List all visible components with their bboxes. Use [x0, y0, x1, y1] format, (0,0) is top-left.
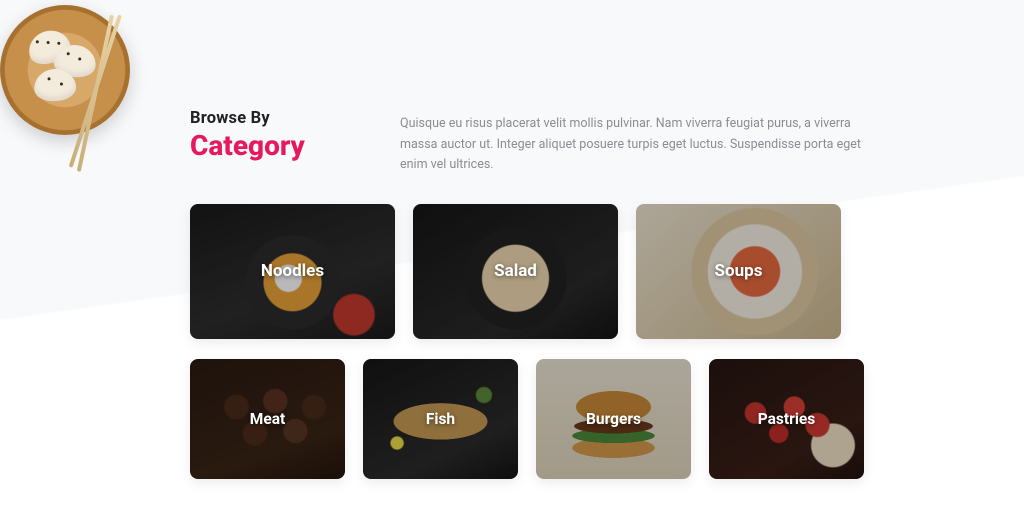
decorative-hero-dish — [0, 0, 160, 155]
category-grid: Noodles Salad Soups Meat Fish Burgers — [190, 204, 870, 479]
category-label: Noodles — [261, 261, 324, 281]
category-card-soups[interactable]: Soups — [636, 204, 841, 339]
category-card-pastries[interactable]: Pastries — [709, 359, 864, 479]
category-label: Salad — [494, 261, 537, 281]
category-card-fish[interactable]: Fish — [363, 359, 518, 479]
category-card-salad[interactable]: Salad — [413, 204, 618, 339]
section-description: Quisque eu risus placerat velit mollis p… — [400, 110, 874, 176]
section-pretitle: Browse By — [190, 110, 360, 128]
category-card-burgers[interactable]: Burgers — [536, 359, 691, 479]
category-label: Fish — [426, 410, 455, 428]
category-label: Meat — [250, 410, 285, 428]
category-label: Pastries — [758, 410, 816, 428]
title-block: Browse By Category — [190, 110, 360, 162]
category-card-meat[interactable]: Meat — [190, 359, 345, 479]
category-label: Soups — [715, 261, 763, 281]
category-label: Burgers — [586, 410, 641, 428]
category-card-noodles[interactable]: Noodles — [190, 204, 395, 339]
section-title: Category — [190, 130, 360, 162]
section-header: Browse By Category Quisque eu risus plac… — [190, 110, 1024, 176]
